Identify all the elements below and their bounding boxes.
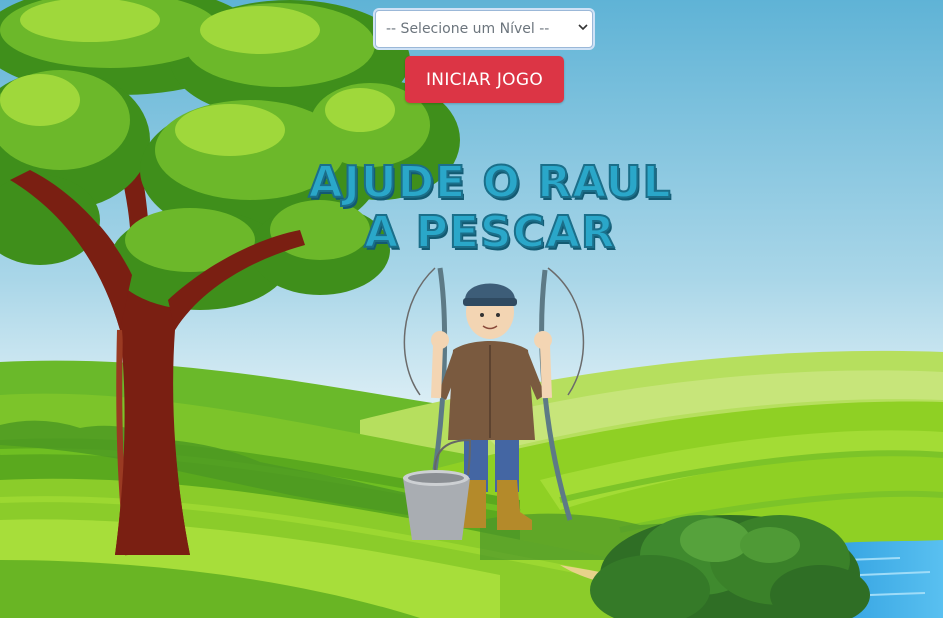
game-title: AJUDE O RAUL A PESCAR — [300, 157, 680, 259]
start-game-button[interactable]: INICIAR JOGO — [405, 56, 564, 103]
title-line-1: AJUDE O RAUL — [307, 157, 672, 209]
title-line-2: A PESCAR — [363, 207, 616, 259]
level-select[interactable]: -- Selecione um Nível -- — [375, 10, 593, 48]
